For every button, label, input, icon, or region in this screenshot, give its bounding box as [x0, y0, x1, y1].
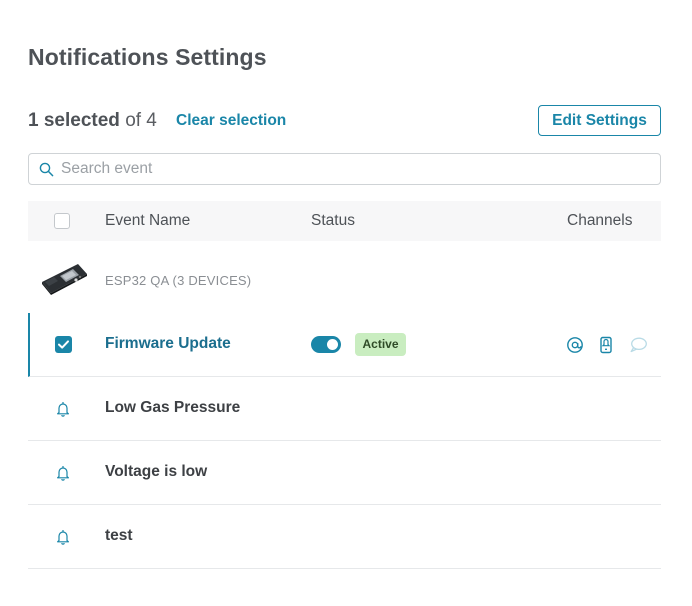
search-box: [28, 153, 661, 185]
row-checkbox-checked[interactable]: [55, 336, 72, 353]
device-group-row: ESP32 QA (3 DEVICES): [28, 241, 661, 313]
edit-settings-button[interactable]: Edit Settings: [538, 105, 661, 136]
event-name[interactable]: Voltage is low: [105, 463, 207, 481]
check-icon: [58, 340, 69, 349]
selection-summary: 1 selected of 4: [28, 110, 157, 132]
total-count: of 4: [125, 110, 157, 131]
column-channels: Channels: [567, 212, 633, 229]
status-badge: Active: [355, 333, 406, 356]
event-name[interactable]: Low Gas Pressure: [105, 399, 240, 417]
email-icon[interactable]: [565, 335, 585, 355]
table-row[interactable]: Firmware Update Active: [28, 313, 661, 377]
push-icon[interactable]: [596, 335, 616, 355]
bell-icon: [57, 402, 69, 417]
table-row[interactable]: Low Gas Pressure: [28, 377, 661, 441]
column-status: Status: [311, 212, 355, 229]
table-row[interactable]: Voltage is low: [28, 441, 661, 505]
toggle-knob: [327, 339, 338, 350]
table-header: Event Name Status Channels: [28, 201, 661, 241]
event-name[interactable]: Firmware Update: [105, 335, 231, 353]
select-all-checkbox[interactable]: [54, 213, 70, 229]
status-toggle[interactable]: [311, 336, 341, 353]
sms-icon[interactable]: [628, 335, 648, 355]
device-board-image: [42, 264, 87, 295]
search-input[interactable]: [61, 154, 651, 184]
column-event-name: Event Name: [105, 212, 191, 229]
page-title: Notifications Settings: [28, 44, 267, 70]
table-row[interactable]: test: [28, 505, 661, 569]
bell-icon: [57, 466, 69, 481]
selected-count: 1 selected: [28, 110, 120, 131]
device-group-label: ESP32 QA (3 DEVICES): [105, 273, 252, 288]
bell-icon: [57, 530, 69, 545]
event-name[interactable]: test: [105, 527, 133, 545]
clear-selection-link[interactable]: Clear selection: [176, 112, 286, 130]
search-icon: [39, 162, 54, 177]
